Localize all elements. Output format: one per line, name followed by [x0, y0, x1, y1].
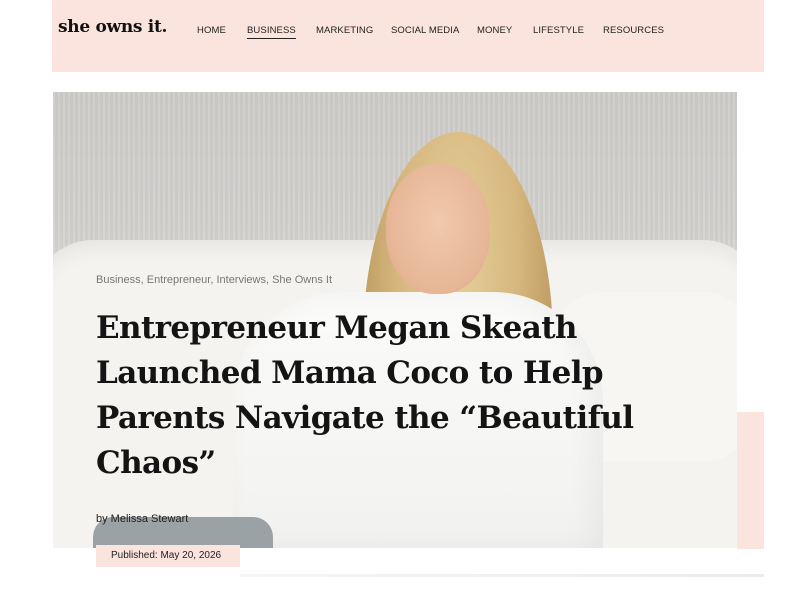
- article-title: Entrepreneur Megan Skeath Launched Mama …: [96, 310, 634, 481]
- published-date: Published: May 20, 2026: [111, 550, 222, 561]
- nav-item-resources[interactable]: RESOURCES: [603, 25, 664, 36]
- nav-item-home[interactable]: HOME: [197, 25, 226, 36]
- side-accent-block: [737, 412, 764, 549]
- nav-item-business[interactable]: BUSINESS: [247, 25, 296, 39]
- article-byline[interactable]: by Melissa Stewart: [96, 513, 188, 525]
- article-categories[interactable]: Business, Entrepreneur, Interviews, She …: [96, 274, 332, 286]
- nav-item-marketing[interactable]: MARKETING: [316, 25, 373, 36]
- nav-item-money[interactable]: MONEY: [477, 25, 512, 36]
- published-badge: Published: May 20, 2026: [96, 545, 240, 567]
- site-logo[interactable]: she owns it.: [58, 17, 167, 37]
- site-header: she owns it. HOME BUSINESS MARKETING SOC…: [52, 0, 764, 72]
- person-face: [386, 164, 490, 294]
- content-divider: [240, 574, 764, 577]
- nav-item-social-media[interactable]: SOCIAL MEDIA: [391, 25, 459, 36]
- nav-item-lifestyle[interactable]: LIFESTYLE: [533, 25, 584, 36]
